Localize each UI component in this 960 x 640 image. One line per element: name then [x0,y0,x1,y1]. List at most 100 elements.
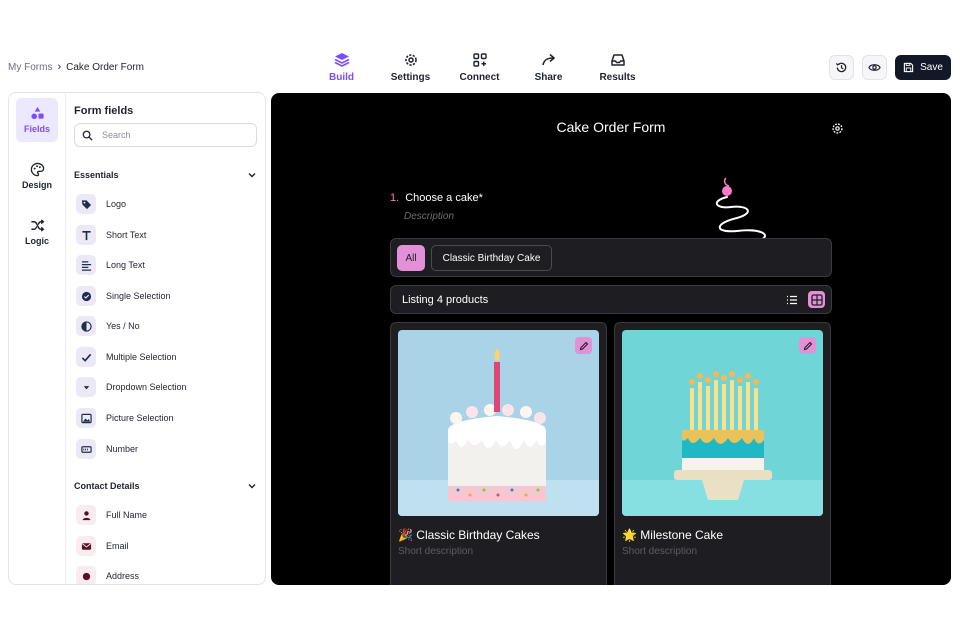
top-actions: Save [829,55,951,80]
field-item-label: Logo [106,199,127,209]
number-icon [80,445,92,453]
paragraph-icon [81,260,91,271]
share-icon [541,53,555,66]
tab-build-label: Build [329,72,354,83]
envelope-icon [81,542,91,550]
floppy-icon [903,62,914,73]
search-field[interactable] [74,123,257,147]
rail-design-label: Design [21,180,52,190]
list-view-button[interactable] [784,292,800,308]
field-item-long-text[interactable]: Long Text [76,254,145,276]
person-icon [82,510,90,520]
rail-logic-label: Logic [25,236,49,246]
grid-view-button[interactable] [808,291,825,308]
shuffle-icon [30,219,44,232]
eye-icon [868,64,881,71]
product-card[interactable]: 🎉 Classic Birthday Cakes Short descripti… [390,322,607,585]
product-emoji: 🌟 [622,528,637,542]
field-item-label: Address [106,571,140,581]
palette-icon [30,162,44,177]
field-item-multiple-selection[interactable]: Multiple Selection [76,346,177,368]
grid-view-icon [810,293,823,306]
product-image-milestone [622,330,823,516]
search-icon [82,130,93,141]
tab-share-label: Share [534,72,563,83]
question-number: 1. [390,192,400,204]
field-item-full-name[interactable]: Full Name [76,504,147,526]
save-button[interactable]: Save [895,55,951,80]
edit-product-button[interactable] [575,337,592,354]
tab-results[interactable]: Results [583,48,652,88]
section-essentials-title: Essentials [74,170,119,180]
chevron-down-icon [248,173,256,178]
listing-count: Listing 4 products [402,294,489,306]
form-title[interactable]: Cake Order Form [271,119,951,135]
field-item-yes-no[interactable]: Yes / No [76,315,140,337]
field-item-label: Dropdown Selection [106,382,187,392]
field-item-logo[interactable]: Logo [76,193,126,215]
connect-icon [472,53,487,67]
product-title: 🌟 Milestone Cake [622,528,723,542]
caret-down-icon [83,385,89,389]
field-item-short-text[interactable]: Short Text [76,224,146,246]
product-emoji: 🎉 [398,528,413,542]
tab-connect[interactable]: Connect [445,48,514,88]
form-preview-canvas: Cake Order Form 1. Choose a cake* Descrip… [271,93,951,585]
product-card[interactable]: 🌟 Milestone Cake Short description [614,322,831,585]
field-item-label: Email [106,541,129,551]
breadcrumb: My Forms › Cake Order Form [8,61,144,73]
edit-product-button[interactable] [799,337,816,354]
tab-settings[interactable]: Settings [376,48,445,88]
breadcrumb-current: Cake Order Form [66,61,144,73]
tab-connect-label: Connect [459,72,500,83]
section-essentials[interactable]: Essentials [74,170,257,180]
history-button[interactable] [829,55,854,80]
field-item-label: Single Selection [106,291,171,301]
tab-build[interactable]: Build [307,48,376,88]
field-item-label: Picture Selection [106,413,174,423]
panel-title: Form fields [74,105,134,117]
question-description[interactable]: Description [404,211,454,222]
breadcrumb-my-forms[interactable]: My Forms [8,62,52,73]
toggle-icon [80,320,92,332]
form-fields-panel: Form fields Essentials Logo Short Text L… [74,93,265,584]
question-label: Choose a cake* [405,192,483,204]
location-icon [82,572,90,580]
rail-item-design[interactable]: Design [16,154,58,198]
breadcrumb-separator: › [57,61,62,73]
field-item-label: Yes / No [106,321,140,331]
field-item-label: Full Name [106,510,148,520]
tab-results-label: Results [599,72,636,83]
sidebar-rail: Fields Design Logic [9,93,66,584]
gear-icon [404,54,417,66]
product-title-text: Classic Birthday Cakes [416,528,540,542]
field-item-label: Short Text [106,230,147,240]
inbox-icon [610,54,625,66]
chevron-down-icon [248,484,256,489]
rail-item-fields[interactable]: Fields [16,98,58,142]
search-input[interactable] [102,130,242,140]
checkmark-icon [81,353,91,362]
category-filter-bar: All Classic Birthday Cake [390,238,832,277]
field-item-email[interactable]: Email [76,535,129,557]
shapes-icon [30,106,44,120]
field-item-dropdown-selection[interactable]: Dropdown Selection [76,376,187,398]
gear-icon[interactable] [831,122,844,135]
product-title: 🎉 Classic Birthday Cakes [398,528,540,542]
field-item-number[interactable]: Number [76,438,138,460]
field-item-single-selection[interactable]: Single Selection [76,285,171,307]
sidebar: Fields Design Logic Form fields Essentia… [8,92,266,585]
section-contact-title: Contact Details [74,481,140,491]
filter-all-chip[interactable]: All [397,245,425,271]
field-item-label: Number [106,444,139,454]
rail-fields-label: Fields [23,124,50,134]
section-contact-details[interactable]: Contact Details [74,481,257,491]
field-item-picture-selection[interactable]: Picture Selection [76,407,174,429]
filter-classic-birthday-chip[interactable]: Classic Birthday Cake [431,245,552,271]
tab-share[interactable]: Share [514,48,583,88]
rail-item-logic[interactable]: Logic [16,210,58,254]
listing-bar: Listing 4 products [390,285,832,314]
field-item-address[interactable]: Address [76,565,140,584]
question-title[interactable]: 1. Choose a cake* [390,192,483,204]
preview-button[interactable] [862,55,887,80]
